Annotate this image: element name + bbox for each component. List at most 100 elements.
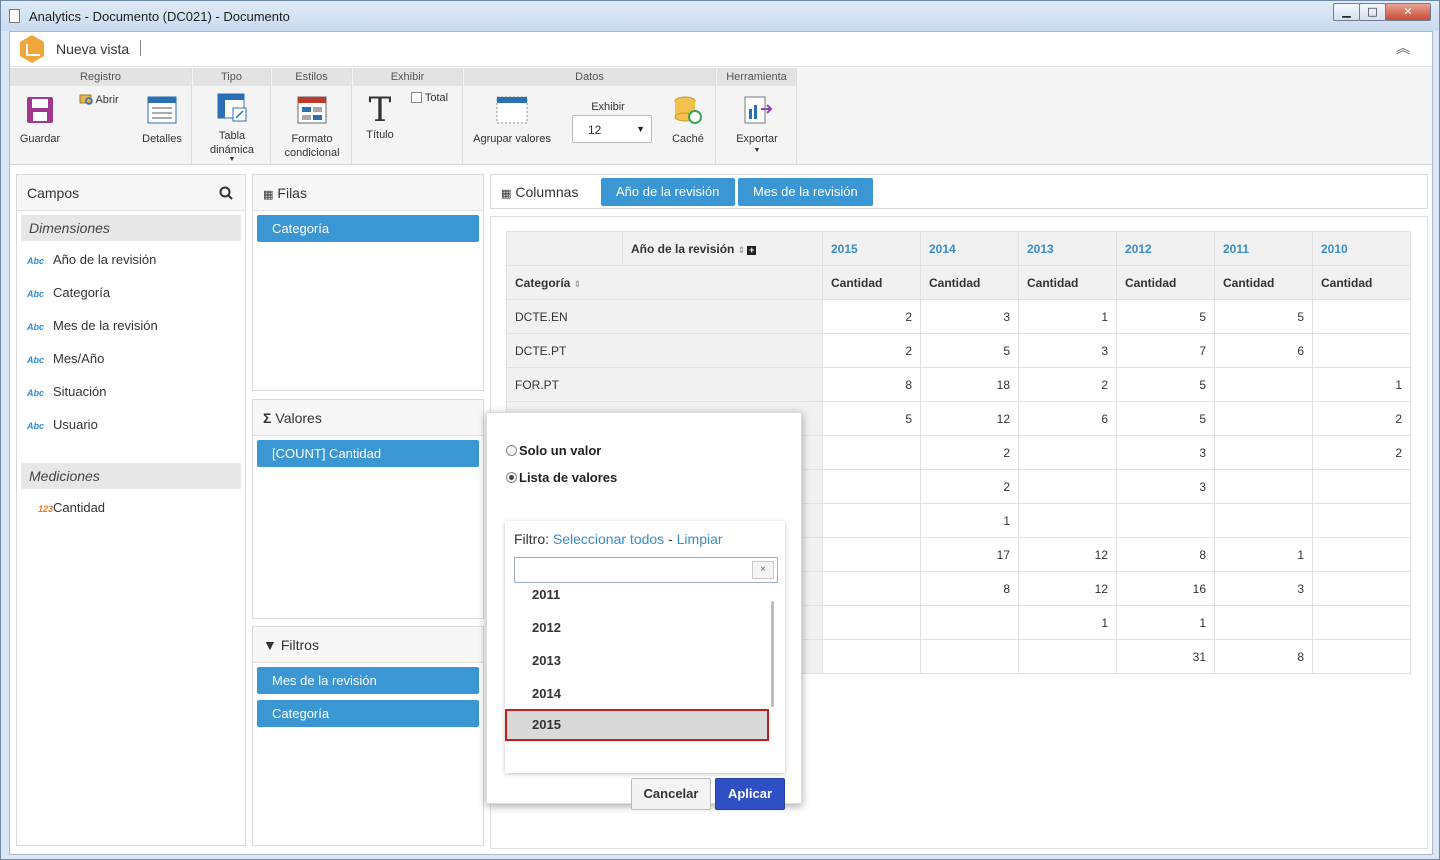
value-cell (1214, 469, 1313, 504)
year-header[interactable]: 2015 (822, 231, 921, 266)
minimize-button[interactable]: ▁ (1333, 3, 1360, 21)
valores-panel: Σ Valores [COUNT] Cantidad (252, 399, 484, 619)
measure-header: Cantidad (1018, 265, 1117, 300)
field-label: Usuario (53, 417, 98, 432)
dropdown-arrow-icon: ▼ (753, 147, 761, 154)
option-label: 2015 (532, 717, 561, 732)
value-cell: 12 (920, 401, 1019, 436)
open-folder-icon (79, 94, 93, 105)
field-situacion[interactable]: Abc Situación (17, 375, 245, 408)
option-2015-selected[interactable]: 2015 (505, 709, 769, 741)
field-usuario[interactable]: Abc Usuario (17, 408, 245, 441)
filas-panel: ▦ Filas Categoría (252, 174, 484, 391)
value-cell (822, 469, 921, 504)
field-ano-revision[interactable]: Abc Año de la revisión (17, 243, 245, 276)
exportar-button[interactable]: Exportar ▼ (731, 95, 783, 156)
detalles-button[interactable]: Detalles (138, 95, 186, 146)
columnas-bar: ▦ Columnas Año de la revisión Mes de la r… (490, 174, 1428, 209)
value-cell: 1 (1018, 605, 1117, 640)
field-cantidad[interactable]: 123Cantidad (17, 491, 245, 526)
row-header-cell[interactable]: Categoría ⇕ (506, 265, 823, 300)
aplicar-button[interactable]: Aplicar (715, 778, 785, 810)
option-2014[interactable]: 2014 (532, 686, 561, 701)
value-cell: 5 (920, 333, 1019, 368)
value-cell: 2 (920, 469, 1019, 504)
formato-condicional-label: Formato condicional (284, 133, 340, 159)
cache-database-icon (674, 96, 702, 124)
clear-search-button[interactable]: × (752, 561, 774, 579)
value-cell: 1 (1312, 367, 1411, 402)
columnas-chip-ano-revision[interactable]: Año de la revisión (601, 178, 735, 206)
close-button[interactable]: ✕ (1385, 3, 1431, 21)
table-rows-icon: ▦ (263, 189, 274, 201)
maximize-icon: □ (1367, 5, 1378, 18)
campos-panel: Campos Dimensiones Abc Año de la revisión… (16, 174, 246, 846)
sort-icon[interactable]: ⇕ (738, 245, 746, 255)
field-label: Mes de la revisión (53, 318, 158, 333)
pivot-header-row-measure: Categoría ⇕ Cantidad Cantidad Cantidad C… (506, 265, 1411, 300)
option-2012[interactable]: 2012 (532, 620, 561, 635)
filas-title: Filas (277, 185, 307, 201)
formato-condicional-button[interactable]: Formato condicional (280, 95, 344, 160)
abrir-label: Abrir (95, 94, 119, 106)
solo-un-valor-radio[interactable]: Solo un valor (506, 443, 601, 458)
year-header[interactable]: 2010 (1312, 231, 1411, 266)
option-2013[interactable]: 2013 (532, 653, 561, 668)
value-cell: 1 (920, 503, 1019, 538)
field-categoria[interactable]: Abc Categoría (17, 276, 245, 309)
guardar-button[interactable]: Guardar (16, 95, 64, 146)
titulo-button[interactable]: T Título (359, 93, 401, 142)
pivot-row: FOR.PT 8 18 2 5 1 (506, 367, 1411, 402)
value-cell: 2 (920, 435, 1019, 470)
filter-search-input[interactable]: × (514, 557, 778, 583)
dimensiones-list: Abc Año de la revisión Abc Categoría Abc Me… (17, 241, 245, 441)
total-checkbox[interactable]: Total (411, 91, 461, 105)
filas-chip-categoria[interactable]: Categoría (257, 215, 479, 242)
year-header[interactable]: 2013 (1018, 231, 1117, 266)
tabla-dinamica-button[interactable]: Tabla dinámica ▼ (203, 92, 261, 163)
value-cell (1214, 605, 1313, 640)
text-type-icon: Abc (27, 355, 45, 365)
radio-unchecked-icon (506, 445, 517, 456)
group-values-icon (496, 96, 528, 124)
value-cell: 2 (1312, 435, 1411, 470)
search-icon[interactable] (219, 186, 233, 200)
maximize-button[interactable]: □ (1359, 3, 1386, 21)
field-mes-ano[interactable]: Abc Mes/Año (17, 342, 245, 375)
value-cell: 5 (1116, 367, 1215, 402)
year-header[interactable]: 2014 (920, 231, 1019, 266)
column-header-cell[interactable]: Año de la revisión ⇕ + (622, 231, 823, 266)
field-mes-revision[interactable]: Abc Mes de la revisión (17, 309, 245, 342)
sort-icon[interactable]: ⇕ (574, 279, 582, 289)
seleccionar-todos-link[interactable]: Seleccionar todos (553, 531, 664, 547)
value-cell: 2 (822, 299, 921, 334)
value-cell: 8 (1116, 537, 1215, 572)
cache-button[interactable]: Caché (670, 95, 706, 146)
measure-header: Cantidad (920, 265, 1019, 300)
value-cell: 5 (1116, 299, 1215, 334)
lista-de-valores-radio[interactable]: Lista de valores (506, 470, 617, 485)
value-cell: 3 (1214, 571, 1313, 606)
agrupar-valores-button[interactable]: Agrupar valores (470, 95, 554, 146)
year-header[interactable]: 2012 (1116, 231, 1215, 266)
cancelar-button[interactable]: Cancelar (631, 778, 711, 810)
option-2011[interactable]: 2011 (532, 587, 560, 602)
collapse-ribbon-icon[interactable]: ︽ (1396, 38, 1410, 58)
value-cell (1312, 639, 1411, 674)
value-cell: 3 (920, 299, 1019, 334)
value-cell: 6 (1018, 401, 1117, 436)
columnas-label: ▦ Columnas (501, 184, 578, 200)
filtros-chip-mes-revision[interactable]: Mes de la revisión (257, 667, 479, 694)
filtros-chip-categoria[interactable]: Categoría (257, 700, 479, 727)
ribbon-group-exhibir: Exhibir T Título Total (353, 68, 463, 165)
limpiar-link[interactable]: Limpiar (677, 531, 723, 547)
year-header[interactable]: 2011 (1214, 231, 1313, 266)
valores-chip-count-cantidad[interactable]: [COUNT] Cantidad (257, 440, 479, 467)
expand-plus-icon[interactable]: + (747, 245, 757, 255)
abrir-button[interactable]: Abrir (79, 92, 131, 107)
exhibir-select[interactable]: 12 ▼ (572, 115, 652, 143)
list-scrollbar[interactable] (771, 601, 774, 707)
columnas-chip-mes-revision[interactable]: Mes de la revisión (738, 178, 873, 206)
valores-header: Σ Valores (253, 400, 483, 436)
value-cell (822, 503, 921, 538)
